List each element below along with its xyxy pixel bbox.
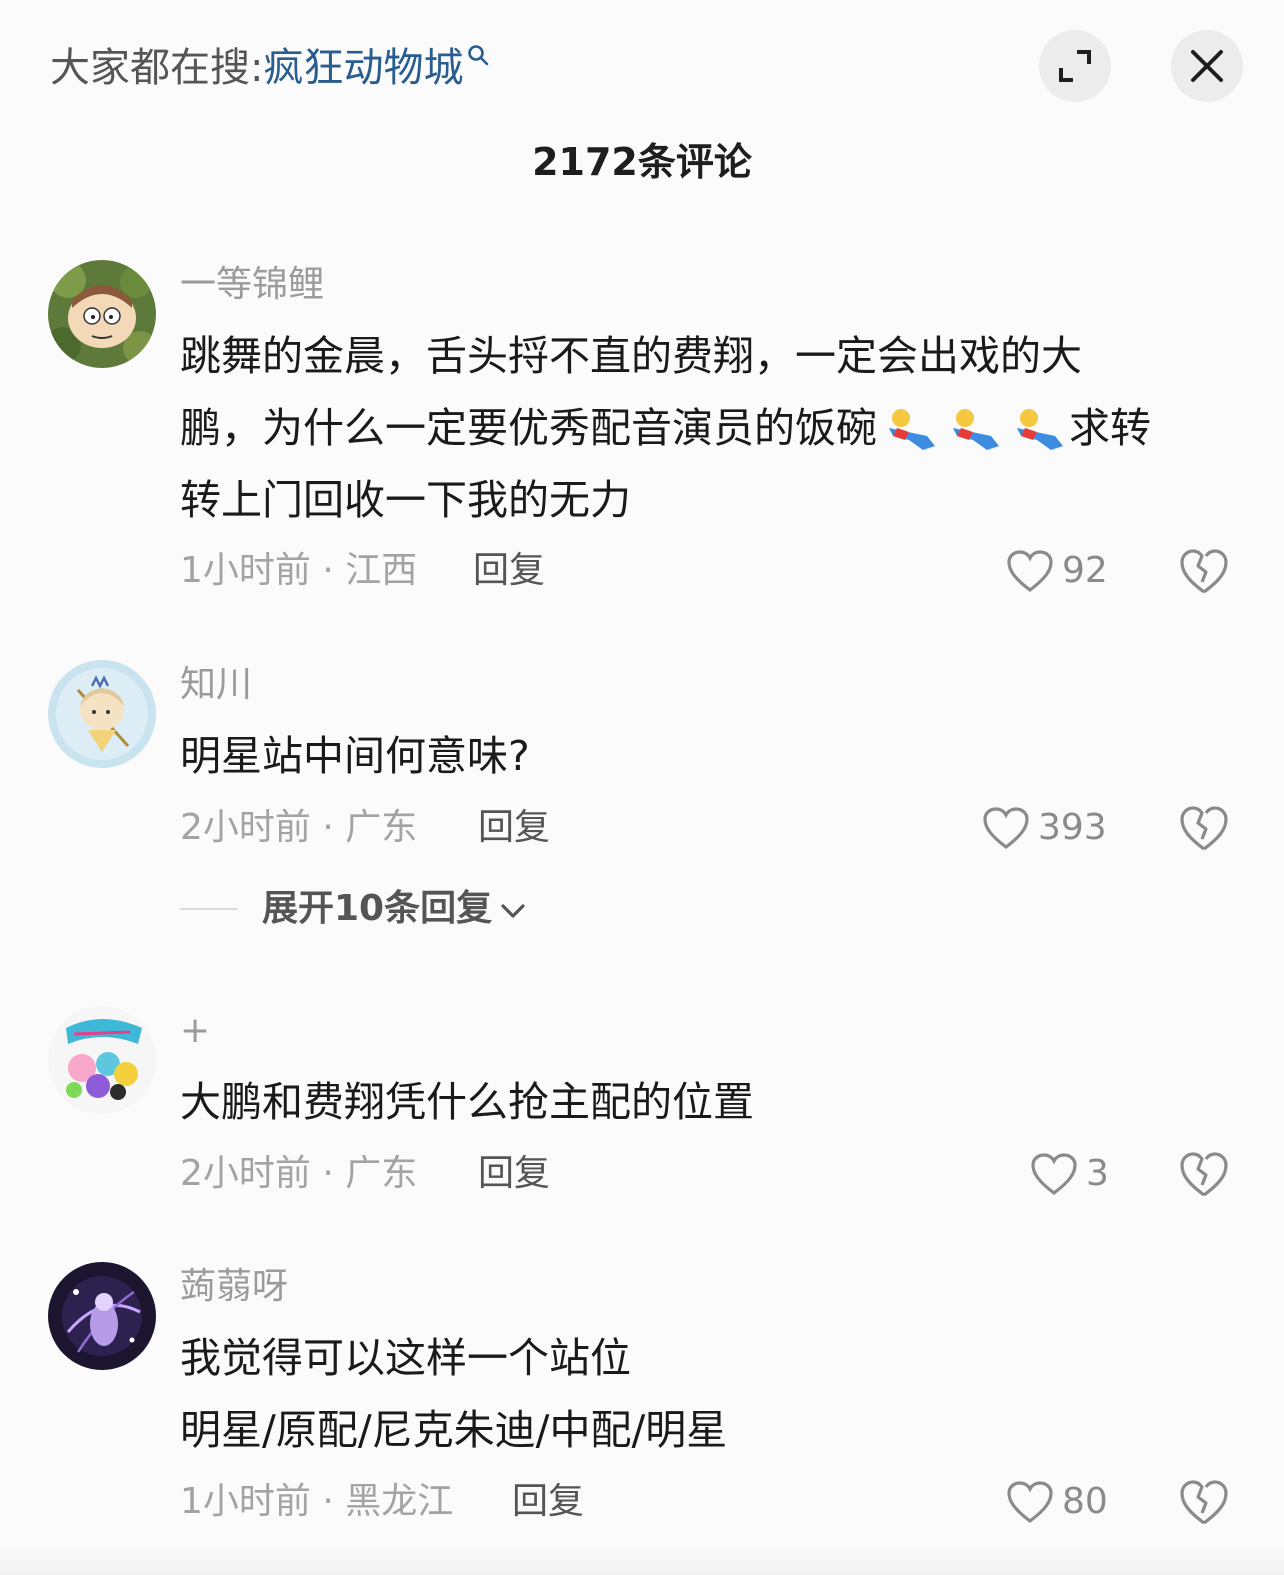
heart-icon	[1007, 1481, 1053, 1524]
comment-text: 我觉得可以这样一个站位 明星/原配/尼克朱迪/中配/明星	[180, 1322, 1240, 1466]
heart-icon	[983, 807, 1029, 850]
comment-text-segment: 鹏，为什么一定要优秀配音演员的饭碗	[180, 404, 877, 452]
comment-text-line-with-emoji: 鹏，为什么一定要优秀配音演员的饭碗 求转	[180, 392, 1240, 464]
comment-text: 大鹏和费翔凭什么抢主配的位置	[180, 1066, 1240, 1138]
comment-meta: 2小时前 · 广东	[180, 807, 418, 848]
like-button[interactable]: 80	[1006, 1477, 1108, 1527]
comment-text-line: 我觉得可以这样一个站位	[180, 1334, 631, 1382]
comment-username[interactable]: +	[180, 1006, 210, 1056]
comment-text: 明星站中间何意味?	[180, 720, 1240, 792]
comment-text-line: 大鹏和费翔凭什么抢主配的位置	[180, 1078, 754, 1126]
heart-icon	[1031, 1153, 1077, 1196]
like-count: 92	[1062, 550, 1108, 591]
comment-meta: 1小时前 · 江西	[180, 550, 418, 591]
like-count: 393	[1038, 807, 1107, 848]
lying-down-emoji	[1017, 409, 1063, 450]
avatar[interactable]	[48, 660, 156, 768]
reply-button[interactable]: 回复	[478, 1149, 550, 1199]
heart-icon	[1007, 550, 1053, 593]
comment-text: 跳舞的金晨，舌头捋不直的费翔，一定会出戏的大 鹏，为什么一定要优秀配音演员的饭碗…	[180, 320, 1240, 536]
comment-username[interactable]: 蒟蒻呀	[180, 1262, 288, 1312]
comment-text-line: 跳舞的金晨，舌头捋不直的费翔，一定会出戏的大	[180, 332, 1082, 380]
expand-button[interactable]	[1039, 30, 1111, 102]
expand-replies-label: 展开10条回复	[262, 888, 493, 929]
reply-button[interactable]: 回复	[478, 803, 550, 853]
comment-text-line: 明星站中间何意味?	[180, 732, 530, 780]
comment-meta: 2小时前 · 广东	[180, 1153, 418, 1194]
avatar[interactable]	[48, 260, 156, 368]
chevron-down-icon	[501, 904, 525, 918]
broken-heart-icon[interactable]	[1178, 1149, 1230, 1201]
like-button[interactable]: 92	[1006, 546, 1108, 596]
lying-down-emoji	[889, 409, 935, 450]
like-button[interactable]: 3	[1030, 1149, 1109, 1199]
close-icon	[1191, 50, 1223, 82]
avatar[interactable]	[48, 1006, 156, 1114]
reply-button[interactable]: 回复	[512, 1477, 584, 1527]
trending-search-hint[interactable]: 大家都在搜:疯狂动物城	[50, 38, 489, 98]
like-count: 80	[1062, 1481, 1108, 1522]
broken-heart-icon[interactable]	[1178, 1477, 1230, 1529]
top-bar: 大家都在搜:疯狂动物城	[0, 0, 1284, 130]
like-count: 3	[1086, 1153, 1109, 1194]
comment-text-segment: 求转	[1069, 404, 1151, 452]
avatar[interactable]	[48, 1262, 156, 1370]
reply-button[interactable]: 回复	[473, 546, 545, 596]
comment-username[interactable]: 一等锦鲤	[180, 260, 324, 310]
search-icon	[468, 45, 489, 66]
lying-down-emoji	[953, 409, 999, 450]
comment-text-line: 转上门回收一下我的无力	[180, 476, 631, 524]
broken-heart-icon[interactable]	[1178, 803, 1230, 855]
divider	[180, 908, 238, 910]
close-button[interactable]	[1171, 30, 1243, 102]
comment-meta: 1小时前 · 黑龙江	[180, 1481, 454, 1522]
expand-replies-button[interactable]: 展开10条回复	[180, 884, 526, 934]
trending-search-prefix: 大家都在搜:	[50, 45, 264, 91]
trending-search-term[interactable]: 疯狂动物城	[263, 45, 463, 91]
comment-count-title: 2172条评论	[532, 140, 752, 184]
bottom-fade	[0, 1545, 1284, 1575]
expand-icon	[1059, 50, 1091, 82]
like-button[interactable]: 393	[982, 803, 1107, 853]
broken-heart-icon[interactable]	[1178, 546, 1230, 598]
comment-text-line: 明星/原配/尼克朱迪/中配/明星	[180, 1406, 728, 1454]
comment-username[interactable]: 知川	[180, 660, 252, 710]
